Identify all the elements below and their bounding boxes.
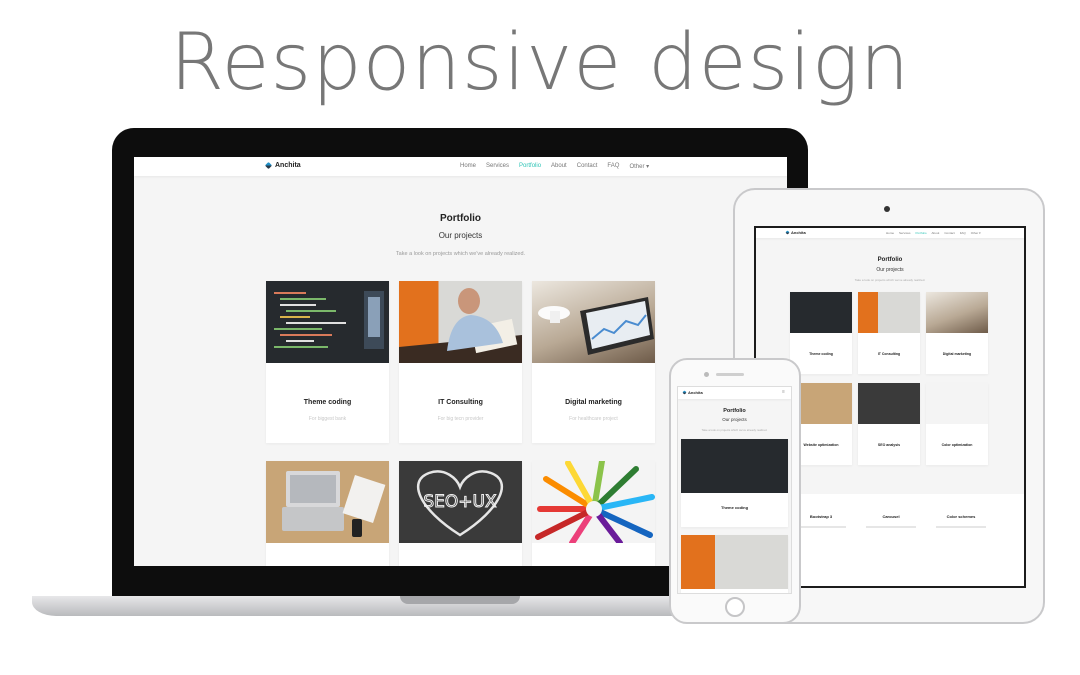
- section-subtitle: Our projects: [438, 231, 483, 240]
- project-image: SEO+UX: [399, 461, 522, 543]
- nav-home[interactable]: Home: [886, 231, 894, 235]
- seo-ux-chalkboard-illustration: SEO+UX: [416, 470, 504, 537]
- phone-home-button: [725, 597, 745, 617]
- project-image: [926, 383, 988, 424]
- brand-name: Anchita: [275, 162, 301, 169]
- nav-about[interactable]: About: [932, 231, 940, 235]
- phone-speaker: [716, 373, 744, 376]
- nav-portfolio[interactable]: Portfolio: [519, 163, 541, 170]
- project-image: [681, 535, 788, 589]
- nav-faq[interactable]: FAQ: [607, 163, 619, 170]
- project-title: Color optimization: [941, 443, 973, 447]
- nav-faq[interactable]: FAQ: [960, 231, 966, 235]
- project-card[interactable]: IT Consulting For big tecn provider: [399, 281, 522, 443]
- menu-toggle-icon[interactable]: ≡: [782, 390, 787, 395]
- nav-about[interactable]: About: [551, 163, 567, 170]
- section-tagline: Take a look on projects which we've alre…: [701, 428, 768, 432]
- project-title: Theme coding: [720, 505, 749, 510]
- project-card[interactable]: Theme coding: [790, 292, 852, 374]
- section-title: Portfolio: [723, 408, 746, 414]
- brand-name: Anchita: [688, 390, 703, 395]
- project-title: Theme coding: [809, 352, 833, 356]
- project-image: [858, 383, 920, 424]
- project-card[interactable]: IT Consulting: [858, 292, 920, 374]
- project-client: For healthcare project: [569, 416, 618, 422]
- project-card[interactable]: [532, 461, 655, 566]
- feature-text-placeholder: [866, 526, 916, 528]
- project-title: Digital marketing: [565, 399, 622, 406]
- project-image: [858, 292, 920, 333]
- project-card[interactable]: Digital marketing: [926, 292, 988, 374]
- laptop-workspace-illustration: [282, 471, 386, 537]
- project-title: SEO analysis: [877, 443, 901, 447]
- tablet-camera-icon: [884, 206, 890, 212]
- site-menu: Home Services Portfolio About Contact FA…: [460, 163, 649, 170]
- project-card[interactable]: SEO+UX: [399, 461, 522, 566]
- project-title: IT Consulting: [438, 399, 483, 406]
- brand[interactable]: Anchita: [682, 390, 703, 395]
- nav-home[interactable]: Home: [460, 163, 476, 170]
- project-image: [399, 281, 522, 363]
- feature-text-placeholder: [796, 526, 846, 528]
- project-image: [790, 292, 852, 333]
- project-title: Theme coding: [303, 399, 352, 406]
- section-subtitle: Our projects: [722, 417, 747, 422]
- colored-pencils-illustration: [535, 461, 655, 543]
- project-card[interactable]: Theme coding For biggest bank: [266, 281, 389, 443]
- nav-other[interactable]: Other ▾: [629, 163, 649, 170]
- project-image: [266, 281, 389, 363]
- nav-other[interactable]: Other ▾: [971, 231, 981, 235]
- brand[interactable]: Anchita: [785, 230, 806, 235]
- project-image: [926, 292, 988, 333]
- page-headline: Responsive design: [169, 18, 911, 108]
- project-title: IT Consulting: [877, 352, 901, 356]
- project-card[interactable]: [681, 535, 788, 593]
- nav-contact[interactable]: Contact: [944, 231, 954, 235]
- site-menu: Home Services Portfolio About Contact FA…: [886, 231, 981, 235]
- project-image: [266, 461, 389, 543]
- project-card[interactable]: Color optimization: [926, 383, 988, 465]
- project-image: [532, 281, 655, 363]
- section-title: Portfolio: [877, 257, 903, 263]
- site-navbar: Anchita Home Services Portfolio About Co…: [756, 228, 1024, 238]
- project-image: [532, 461, 655, 543]
- phone-screen: Anchita ≡ Portfolio Our projects Take a …: [677, 386, 792, 594]
- site-navbar: Anchita Home Services Portfolio About Co…: [134, 157, 787, 176]
- project-card[interactable]: Digital marketing For healthcare project: [532, 281, 655, 443]
- feature-title: Color schemes: [946, 514, 976, 519]
- project-client: For biggest bank: [308, 416, 347, 422]
- section-subtitle: Our projects: [876, 267, 904, 273]
- site-navbar: Anchita ≡: [678, 387, 791, 399]
- brand-name: Anchita: [791, 230, 806, 235]
- brand-logo-icon: [264, 161, 273, 170]
- nav-services[interactable]: Services: [486, 163, 509, 170]
- section-tagline: Take a look on projects which we've alre…: [395, 251, 526, 257]
- brand-logo-icon: [682, 390, 687, 395]
- section-title: Portfolio: [439, 213, 482, 224]
- laptop-opening-notch: [400, 596, 520, 604]
- nav-services[interactable]: Services: [899, 231, 911, 235]
- brand[interactable]: Anchita: [264, 161, 301, 170]
- feature-title: Carousel: [882, 514, 900, 519]
- project-card[interactable]: [266, 461, 389, 566]
- svg-text:SEO+UX: SEO+UX: [423, 492, 497, 512]
- project-image: [681, 439, 788, 493]
- project-client: For big tecn provider: [437, 416, 484, 422]
- brand-logo-icon: [785, 230, 790, 235]
- laptop-base: [32, 596, 722, 616]
- project-card[interactable]: Theme coding: [681, 439, 788, 527]
- consultant-illustration: [399, 288, 522, 363]
- phone-camera-icon: [704, 372, 709, 377]
- code-screen-illustration: [274, 291, 384, 349]
- section-tagline: Take a look on projects which we've alre…: [854, 278, 926, 282]
- project-title: Digital marketing: [942, 352, 972, 356]
- tablet-charts-illustration: [538, 297, 654, 355]
- nav-portfolio[interactable]: Portfolio: [916, 231, 927, 235]
- project-card[interactable]: SEO analysis: [858, 383, 920, 465]
- feature-text-placeholder: [936, 526, 986, 528]
- nav-contact[interactable]: Contact: [577, 163, 598, 170]
